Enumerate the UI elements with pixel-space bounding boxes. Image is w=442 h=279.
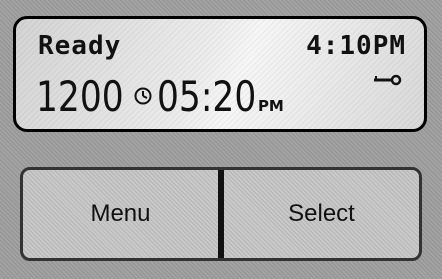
button-bar: Menu Select bbox=[20, 167, 422, 261]
status-text: Ready bbox=[38, 31, 122, 61]
time-value: 05:20 bbox=[156, 72, 257, 121]
timer-icon bbox=[134, 87, 152, 105]
control-panel: Ready 4:10PM 1200 05:20 PM Menu Select bbox=[0, 0, 442, 279]
key-icon bbox=[374, 74, 402, 86]
select-button[interactable]: Select bbox=[224, 170, 419, 258]
menu-button[interactable]: Menu bbox=[23, 170, 218, 258]
segment-readout: 1200 05:20 PM bbox=[36, 76, 284, 118]
clock-text: 4:10PM bbox=[306, 31, 406, 61]
lcd-display: Ready 4:10PM 1200 05:20 PM bbox=[13, 16, 427, 132]
ampm-indicator: PM bbox=[257, 97, 284, 115]
counter-value: 1200 bbox=[36, 72, 124, 121]
